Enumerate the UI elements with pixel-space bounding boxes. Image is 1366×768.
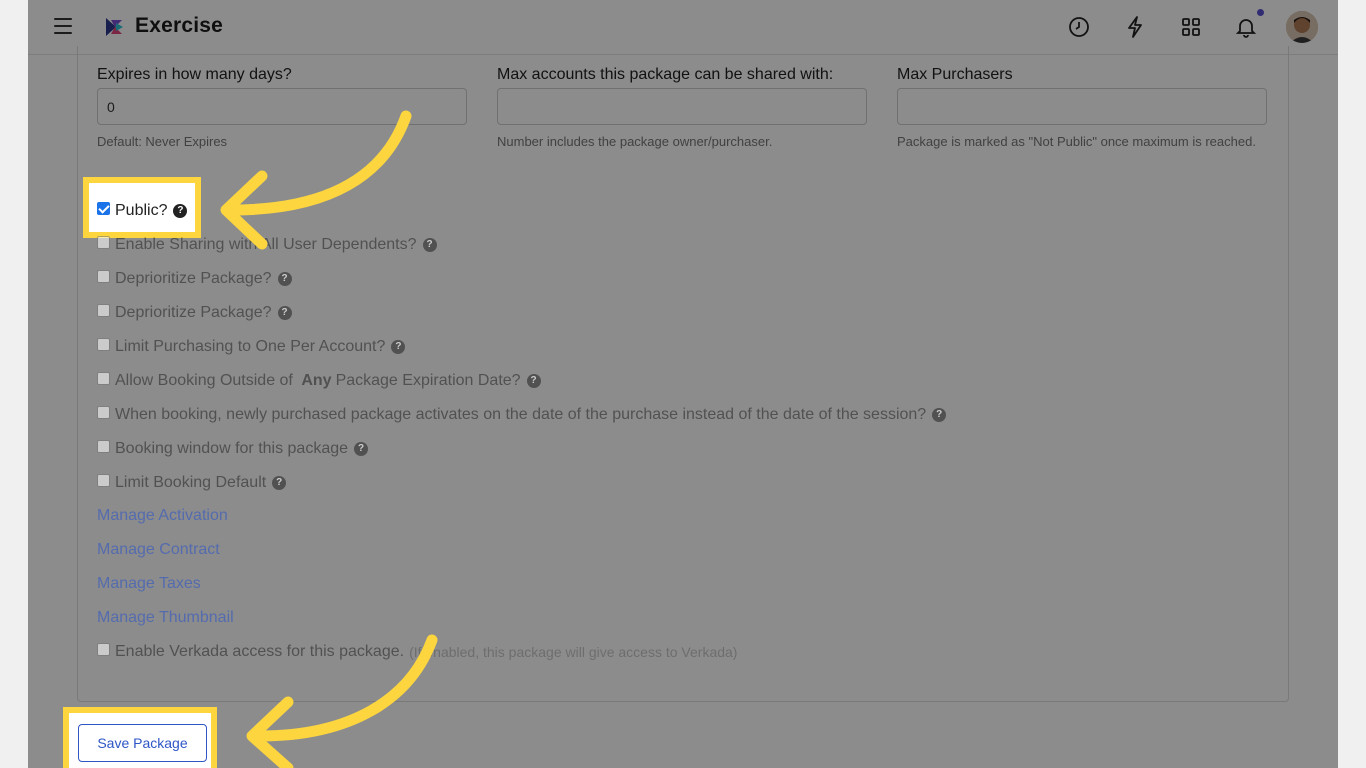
checkbox[interactable] — [97, 642, 110, 656]
option-label: Public? — [115, 202, 168, 219]
option-label-pre: Allow Booking Outside of — [115, 372, 298, 389]
option-label: Enable Sharing with All User Dependents? — [115, 236, 417, 253]
notification-badge — [1257, 9, 1264, 16]
option-label-bold: Any — [301, 372, 332, 389]
bell-icon[interactable] — [1234, 15, 1258, 39]
max-accounts-help: Number includes the package owner/purcha… — [497, 134, 773, 149]
help-icon[interactable]: ? — [173, 204, 188, 218]
option-public[interactable]: Public? ? — [97, 201, 188, 220]
max-accounts-input[interactable] — [497, 88, 867, 125]
help-icon[interactable]: ? — [277, 272, 292, 286]
avatar[interactable] — [1286, 11, 1318, 43]
manage-taxes-link[interactable]: Manage Taxes — [97, 575, 201, 593]
expires-days-input[interactable] — [97, 88, 467, 125]
public-checkbox[interactable] — [97, 201, 110, 215]
max-purchasers-label: Max Purchasers — [897, 66, 1013, 83]
option-activate-on-purchase[interactable]: When booking, newly purchased package ac… — [97, 405, 947, 424]
option-label-post: Package Expiration Date? — [335, 372, 521, 389]
checkbox[interactable] — [97, 371, 110, 385]
app-title: Exercise — [135, 14, 224, 37]
option-label: Enable Verkada access for this package. — [115, 643, 405, 660]
option-label: When booking, newly purchased package ac… — [115, 406, 927, 423]
checkbox[interactable] — [97, 303, 110, 317]
help-icon[interactable]: ? — [277, 306, 292, 320]
checkbox[interactable] — [97, 473, 110, 487]
app-logo — [106, 18, 123, 36]
help-icon[interactable]: ? — [932, 408, 947, 422]
max-purchasers-input[interactable] — [897, 88, 1267, 125]
option-booking-window[interactable]: Booking window for this package ? — [97, 439, 369, 458]
option-booking-outside-expiration[interactable]: Allow Booking Outside of Any Package Exp… — [97, 371, 541, 390]
bolt-icon[interactable] — [1123, 15, 1147, 39]
option-label: Limit Purchasing to One Per Account? — [115, 338, 386, 355]
expires-label: Expires in how many days? — [97, 66, 292, 83]
help-icon[interactable]: ? — [422, 238, 437, 252]
checkbox[interactable] — [97, 235, 110, 249]
option-limit-booking-default[interactable]: Limit Booking Default ? — [97, 473, 287, 492]
menu-icon[interactable] — [54, 18, 72, 34]
option-limit-one-per-account[interactable]: Limit Purchasing to One Per Account? ? — [97, 337, 406, 356]
option-label: Limit Booking Default — [115, 474, 267, 491]
manage-thumbnail-link[interactable]: Manage Thumbnail — [97, 609, 234, 627]
manage-activation-link[interactable]: Manage Activation — [97, 507, 228, 525]
max-accounts-field-group: Max accounts this package can be shared … — [497, 66, 867, 152]
option-deprioritize-2[interactable]: Deprioritize Package? ? — [97, 303, 292, 322]
expires-field-group: Expires in how many days? Default: Never… — [97, 66, 467, 152]
checkbox[interactable] — [97, 337, 110, 351]
checkbox[interactable] — [97, 405, 110, 419]
option-sharing-dependents[interactable]: Enable Sharing with All User Dependents?… — [97, 235, 437, 254]
max-purchasers-field-group: Max Purchasers Package is marked as "Not… — [897, 66, 1267, 152]
max-accounts-label: Max accounts this package can be shared … — [497, 66, 834, 83]
option-label: Booking window for this package — [115, 440, 349, 457]
max-purchasers-help: Package is marked as "Not Public" once m… — [897, 134, 1256, 149]
checkbox[interactable] — [97, 439, 110, 453]
checkbox[interactable] — [97, 269, 110, 283]
help-icon[interactable]: ? — [526, 374, 541, 388]
history-icon[interactable] — [1067, 15, 1091, 39]
manage-contract-link[interactable]: Manage Contract — [97, 541, 220, 559]
option-verkada-access[interactable]: Enable Verkada access for this package. … — [97, 642, 738, 661]
help-icon[interactable]: ? — [391, 340, 406, 354]
expires-help: Default: Never Expires — [97, 134, 228, 149]
save-package-button[interactable]: Save Package — [78, 724, 207, 762]
help-icon[interactable]: ? — [354, 442, 369, 456]
help-icon[interactable]: ? — [272, 476, 287, 490]
verkada-note: (If enabled, this package will give acce… — [409, 644, 738, 660]
apps-grid-icon[interactable] — [1179, 15, 1203, 39]
option-label: Deprioritize Package? — [115, 304, 272, 321]
option-label: Deprioritize Package? — [115, 270, 272, 287]
option-deprioritize[interactable]: Deprioritize Package? ? — [97, 269, 292, 288]
